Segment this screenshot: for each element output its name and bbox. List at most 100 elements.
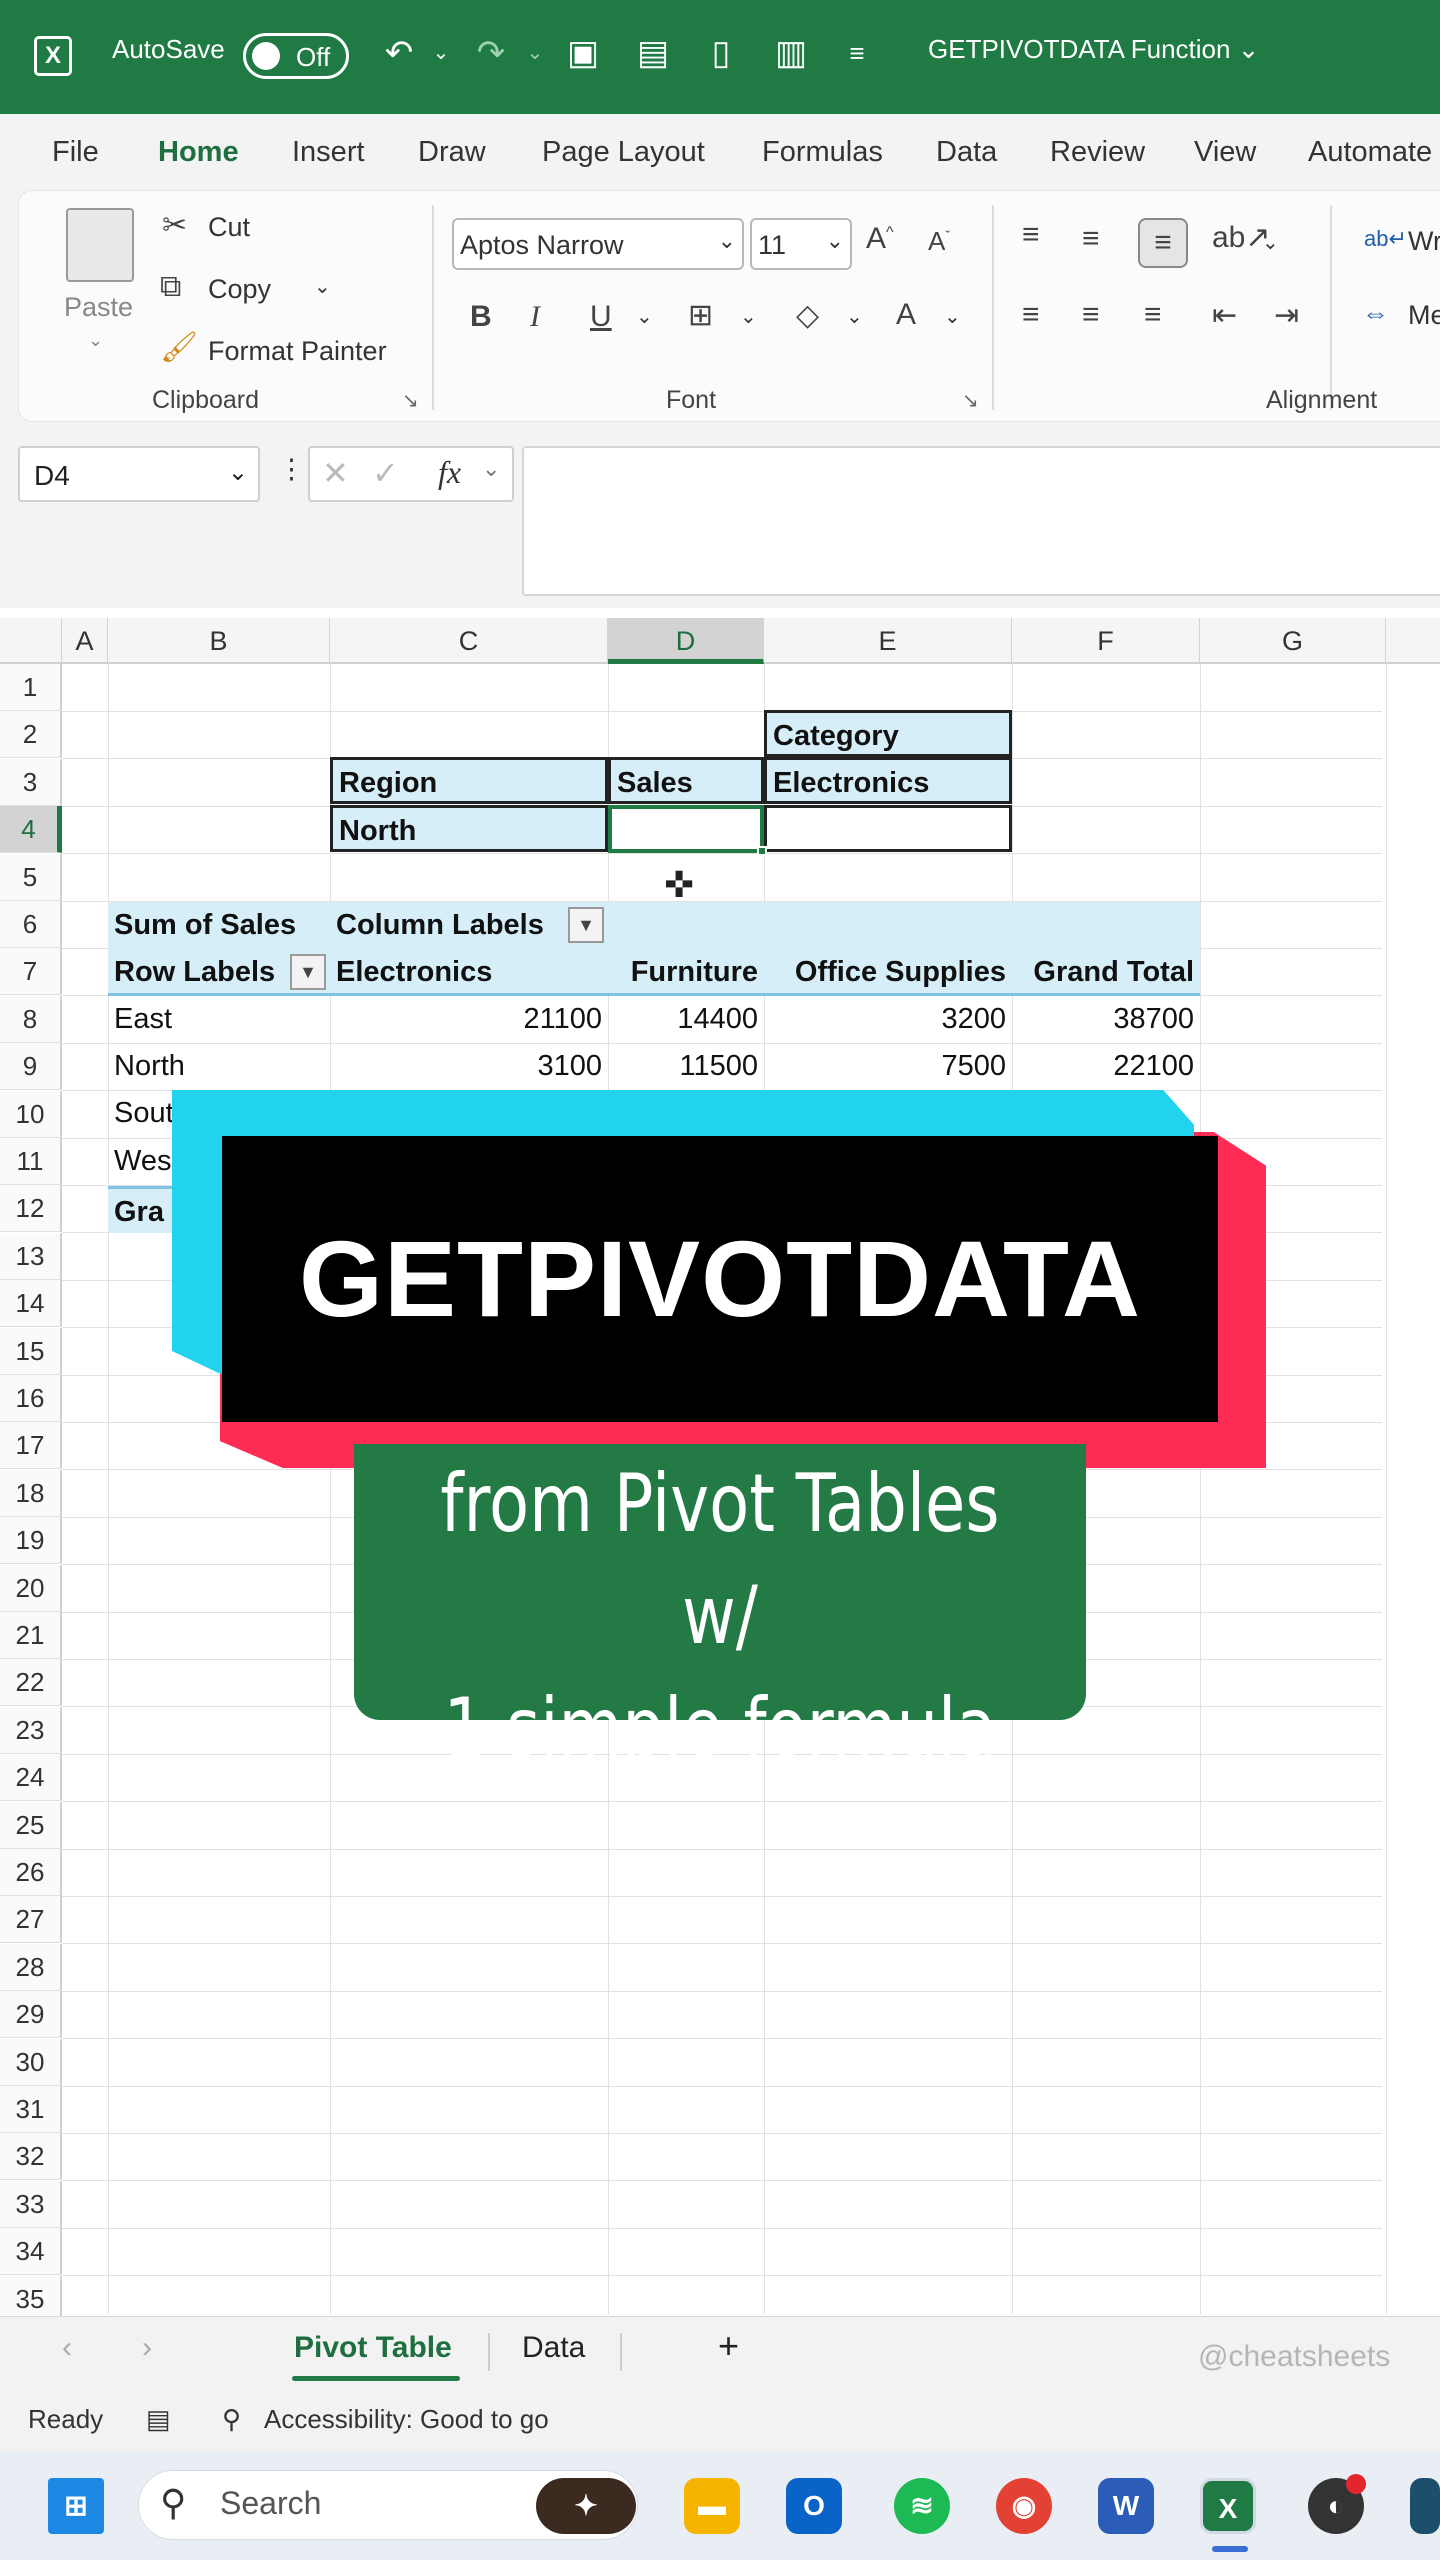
app-icon[interactable]: [1410, 2478, 1440, 2534]
row-header-26[interactable]: 26: [0, 1849, 62, 1896]
save-as-icon[interactable]: ▤: [632, 32, 674, 74]
cancel-icon[interactable]: ✕: [322, 454, 349, 492]
row-header-8[interactable]: 8: [0, 996, 62, 1043]
macro-record-icon[interactable]: ▤: [146, 2404, 171, 2435]
sales-label-cell[interactable]: Sales: [608, 757, 764, 804]
pivot-value[interactable]: 22100: [1012, 1043, 1200, 1090]
formula-input[interactable]: [522, 446, 1440, 596]
tab-review[interactable]: Review: [1050, 136, 1145, 169]
pivot-value[interactable]: 21100: [330, 996, 608, 1043]
print-preview-icon[interactable]: ▥: [770, 32, 812, 74]
underline-icon[interactable]: U: [590, 300, 612, 334]
row-header-11[interactable]: 11: [0, 1138, 62, 1185]
tab-data[interactable]: Data: [936, 136, 997, 169]
row-header-23[interactable]: 23: [0, 1707, 62, 1754]
column-header-f[interactable]: F: [1012, 618, 1200, 664]
row-header-29[interactable]: 29: [0, 1991, 62, 2038]
new-file-icon[interactable]: ▯: [700, 32, 742, 74]
pivot-value[interactable]: 11500: [608, 1043, 764, 1090]
undo-icon[interactable]: ↶: [378, 32, 420, 74]
category-value-cell[interactable]: Electronics: [764, 757, 1012, 804]
region-value-cell[interactable]: North: [330, 805, 608, 852]
row-header-15[interactable]: 15: [0, 1328, 62, 1375]
decrease-indent-icon[interactable]: ⇤: [1212, 298, 1237, 333]
wrap-text-icon[interactable]: ab↵: [1364, 226, 1407, 252]
region-label-cell[interactable]: Region: [330, 757, 608, 804]
file-explorer-icon[interactable]: ▬: [684, 2478, 740, 2534]
row-filter-button[interactable]: ▼: [290, 954, 326, 990]
column-header-b[interactable]: B: [108, 618, 330, 664]
clipboard-launcher-icon[interactable]: ↘: [402, 388, 419, 413]
borders-icon[interactable]: ⊞: [688, 298, 713, 333]
excel-taskbar-icon[interactable]: X: [1200, 2478, 1256, 2534]
orientation-dropdown-icon[interactable]: ⌄: [1262, 230, 1279, 255]
document-title[interactable]: GETPIVOTDATA Function ⌄: [928, 34, 1259, 65]
row-header-34[interactable]: 34: [0, 2228, 62, 2275]
row-header-18[interactable]: 18: [0, 1470, 62, 1517]
row-header-3[interactable]: 3: [0, 759, 62, 806]
font-name-select[interactable]: Aptos Narrow ⌄: [452, 218, 744, 270]
top-align-icon[interactable]: ≡: [1022, 218, 1040, 252]
spotify-icon[interactable]: ≋: [894, 2478, 950, 2534]
row-header-4[interactable]: 4: [0, 806, 62, 853]
align-center-icon[interactable]: ≡: [1082, 298, 1100, 332]
row-header-14[interactable]: 14: [0, 1280, 62, 1327]
customize-toolbar-icon[interactable]: ≡: [836, 32, 878, 74]
enter-icon[interactable]: ✓: [372, 454, 399, 492]
tab-home[interactable]: Home: [158, 136, 239, 169]
row-header-5[interactable]: 5: [0, 854, 62, 901]
paste-dropdown-icon[interactable]: ⌄: [88, 330, 103, 351]
accessibility-status[interactable]: Accessibility: Good to go: [264, 2404, 549, 2435]
row-header-13[interactable]: 13: [0, 1233, 62, 1280]
row-header-31[interactable]: 31: [0, 2086, 62, 2133]
column-filter-button[interactable]: ▼: [568, 907, 604, 943]
word-icon[interactable]: W: [1098, 2478, 1154, 2534]
underline-dropdown-icon[interactable]: ⌄: [636, 304, 653, 329]
column-header-e[interactable]: E: [764, 618, 1012, 664]
italic-icon[interactable]: I: [530, 300, 540, 334]
pivot-row-label[interactable]: East: [108, 996, 330, 1043]
category-label-cell[interactable]: Category: [764, 710, 1012, 757]
row-header-17[interactable]: 17: [0, 1422, 62, 1469]
format-painter-button[interactable]: Format Painter: [208, 336, 387, 367]
redo-icon[interactable]: ↷: [470, 32, 512, 74]
row-header-30[interactable]: 30: [0, 2039, 62, 2086]
pivot-value[interactable]: 14400: [608, 996, 764, 1043]
row-header-10[interactable]: 10: [0, 1091, 62, 1138]
font-color-dropdown-icon[interactable]: ⌄: [944, 304, 961, 329]
accessibility-icon[interactable]: ⚲: [222, 2404, 241, 2435]
insert-function-icon[interactable]: fx: [438, 454, 461, 491]
column-header-g[interactable]: G: [1200, 618, 1386, 664]
scroll-left-icon[interactable]: ‹: [62, 2331, 72, 2365]
save-icon[interactable]: ▣: [562, 32, 604, 74]
row-header-22[interactable]: 22: [0, 1659, 62, 1706]
fill-color-icon[interactable]: ◇: [796, 298, 819, 333]
row-header-12[interactable]: 12: [0, 1185, 62, 1232]
select-all-corner[interactable]: [0, 618, 62, 664]
formula-bar-options-icon[interactable]: ⋮: [278, 454, 305, 485]
copy-dropdown-icon[interactable]: ⌄: [314, 274, 331, 299]
wrap-text-button[interactable]: Wr: [1408, 226, 1440, 257]
windows-start-icon[interactable]: ⊞: [48, 2478, 104, 2534]
row-header-28[interactable]: 28: [0, 1944, 62, 1991]
cut-button[interactable]: Cut: [208, 212, 250, 243]
merge-icon[interactable]: ⇔: [1362, 298, 1389, 329]
row-header-32[interactable]: 32: [0, 2133, 62, 2180]
tab-draw[interactable]: Draw: [418, 136, 486, 169]
category-blank-cell[interactable]: [764, 805, 1012, 852]
sheet-tab-data[interactable]: Data: [522, 2331, 585, 2365]
row-header-9[interactable]: 9: [0, 1043, 62, 1090]
tab-formulas[interactable]: Formulas: [762, 136, 883, 169]
bold-icon[interactable]: B: [470, 300, 492, 334]
pivot-value[interactable]: 7500: [764, 1043, 1012, 1090]
row-header-27[interactable]: 27: [0, 1896, 62, 1943]
name-box[interactable]: D4 ⌄: [18, 446, 260, 502]
pivot-value[interactable]: 3100: [330, 1043, 608, 1090]
align-right-icon[interactable]: ≡: [1144, 298, 1162, 332]
chrome-icon[interactable]: ◉: [996, 2478, 1052, 2534]
add-sheet-button[interactable]: +: [718, 2325, 739, 2367]
tab-insert[interactable]: Insert: [292, 136, 365, 169]
row-header-6[interactable]: 6: [0, 901, 62, 948]
tab-file[interactable]: File: [52, 136, 99, 169]
chevron-down-icon[interactable]: ⌄: [482, 456, 500, 482]
